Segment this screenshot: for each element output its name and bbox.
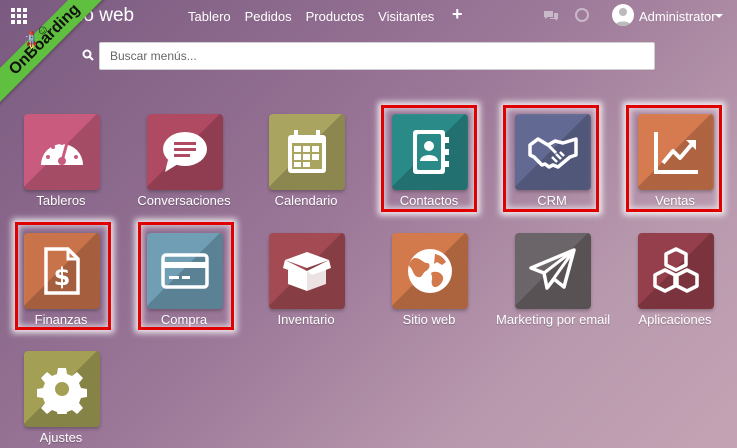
menu-visitantes[interactable]: Visitantes	[378, 9, 434, 24]
chevron-down-icon[interactable]	[715, 14, 723, 18]
app-finanzas[interactable]: $ Finanzas	[5, 233, 117, 343]
app-inventario[interactable]: Inventario	[250, 233, 362, 343]
app-contactos[interactable]: Contactos	[373, 114, 485, 224]
app-label: Calendario	[274, 193, 338, 208]
app-tile[interactable]	[24, 351, 100, 427]
address-book-icon	[413, 130, 449, 174]
app-label: CRM	[537, 193, 567, 208]
app-label: Contactos	[399, 193, 459, 208]
app-label: Ajustes	[39, 430, 83, 445]
app-label: Tableros	[36, 193, 86, 208]
cubes-icon	[653, 247, 699, 293]
app-tile[interactable]	[392, 114, 468, 190]
app-ajustes[interactable]: Ajustes	[5, 351, 117, 448]
paper-plane-icon	[529, 248, 576, 290]
top-navbar: Sitio web Tablero Pedidos Productos Visi…	[0, 0, 737, 32]
dashboard-gauge-icon	[41, 141, 83, 165]
calendar-icon	[288, 130, 326, 173]
app-aplicaciones[interactable]: Aplicaciones	[619, 233, 731, 343]
search-input[interactable]	[99, 42, 655, 70]
menu-pedidos[interactable]: Pedidos	[245, 9, 292, 24]
app-conversaciones[interactable]: Conversaciones	[128, 114, 240, 224]
app-tile[interactable]	[515, 114, 591, 190]
app-label: Inventario	[277, 312, 335, 327]
app-tile[interactable]	[515, 233, 591, 309]
app-crm[interactable]: CRM	[496, 114, 608, 224]
app-sitio-web[interactable]: Sitio web	[373, 233, 485, 343]
user-name[interactable]: Administrator	[639, 9, 716, 24]
app-tile[interactable]	[147, 114, 223, 190]
app-label: Compra	[160, 312, 208, 327]
plus-icon[interactable]: +	[452, 4, 463, 25]
avatar[interactable]	[612, 4, 634, 26]
app-tile[interactable]	[269, 233, 345, 309]
svg-text:$: $	[54, 263, 71, 291]
search-icon	[82, 49, 94, 61]
app-compra[interactable]: Compra	[128, 233, 240, 343]
app-tile[interactable]	[269, 114, 345, 190]
gear-icon	[37, 368, 87, 414]
app-label: Conversaciones	[137, 193, 231, 208]
app-tableros[interactable]: Tableros	[5, 114, 117, 224]
app-tile[interactable]: $	[24, 233, 100, 309]
app-tile[interactable]	[392, 233, 468, 309]
menu-tablero[interactable]: Tablero	[188, 9, 231, 24]
trend-chart-icon	[654, 132, 698, 174]
globe-icon	[408, 249, 452, 293]
handshake-icon	[528, 137, 578, 169]
credit-card-icon	[161, 253, 209, 289]
app-label: Finanzas	[34, 312, 88, 327]
top-menu: Tablero Pedidos Productos Visitantes	[188, 9, 448, 24]
app-label: Sitio web	[402, 312, 456, 327]
box-icon	[283, 252, 331, 291]
clock-icon[interactable]	[575, 8, 589, 22]
app-tile[interactable]	[24, 114, 100, 190]
menu-productos[interactable]: Productos	[306, 9, 365, 24]
app-tile[interactable]	[638, 114, 714, 190]
app-ventas[interactable]: Ventas	[619, 114, 731, 224]
invoice-dollar-icon: $	[44, 247, 80, 295]
chat-icon[interactable]	[543, 10, 559, 22]
app-grid-icon[interactable]	[11, 8, 29, 24]
app-label: Aplicaciones	[638, 312, 712, 327]
app-tile[interactable]	[638, 233, 714, 309]
app-tile[interactable]	[147, 233, 223, 309]
app-label: Ventas	[655, 193, 695, 208]
app-marketing-email[interactable]: Marketing por email	[496, 233, 611, 343]
chat-bubble-icon	[163, 132, 207, 172]
app-calendario[interactable]: Calendario	[250, 114, 362, 224]
app-label: Marketing por email	[496, 312, 611, 327]
